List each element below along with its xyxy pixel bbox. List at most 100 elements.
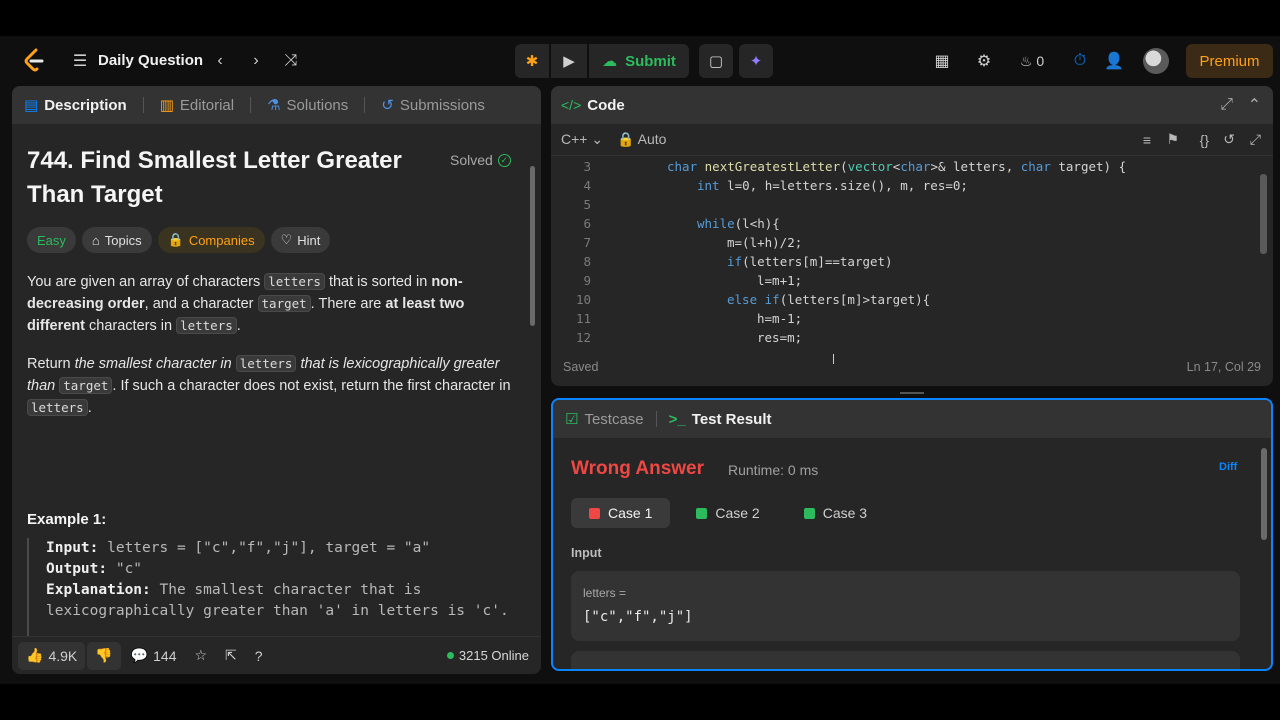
next-problem-icon[interactable]: › (244, 49, 268, 73)
dislike-button[interactable]: 👎 (87, 641, 121, 670)
mouse-cursor (833, 354, 837, 364)
online-count: 3215 Online (446, 648, 529, 663)
run-button[interactable]: ▶ (551, 44, 587, 78)
problem-title[interactable]: 744. Find Smallest Letter Greater Than T… (27, 144, 437, 212)
top-navigation-bar: ☰ Daily Question ‹ › ⤨ ✱ ▶ ☁ Submit ▢ ✦ … (0, 36, 1280, 86)
layout-grid-icon[interactable]: ▦ (930, 49, 954, 73)
hint-label: Hint (297, 232, 321, 248)
text: characters in (85, 318, 177, 334)
code-editor[interactable]: 3 char nextGreatestLetter(vector<char>& l… (551, 157, 1273, 347)
input-value: letters = ["c","f","j"], target = "a" (98, 540, 431, 556)
app-window: ☰ Daily Question ‹ › ⤨ ✱ ▶ ☁ Submit ▢ ✦ … (0, 36, 1280, 684)
comment-icon: 💬 (130, 647, 149, 663)
code-line[interactable]: 6 while(l<h){ (551, 214, 1251, 233)
comments-button[interactable]: 💬 144 (123, 642, 185, 670)
tab-description[interactable]: ▤ Description (24, 86, 127, 124)
bug-icon: ✱ (525, 53, 539, 70)
line-number: 3 (583, 159, 591, 174)
diff-toggle[interactable]: Diff (1219, 461, 1237, 473)
code-line[interactable]: 9 l=m+1; (551, 271, 1251, 290)
tab-description-label: Description (44, 96, 127, 114)
user-avatar[interactable] (1143, 48, 1169, 74)
case-3-tab[interactable]: Case 3 (786, 498, 885, 528)
problem-list-icon[interactable]: ☰ (68, 49, 92, 73)
editor-status-bar: Saved Ln 17, Col 29 (551, 348, 1273, 386)
pass-status-icon (803, 507, 815, 519)
code-line[interactable]: 10 else if(letters[m]>target){ (551, 290, 1251, 309)
result-scrollbar[interactable] (1261, 448, 1267, 540)
code-token: char (1020, 159, 1051, 174)
output-value: "c" (107, 561, 143, 577)
inline-code: letters (27, 399, 88, 416)
code-line[interactable]: 5 (551, 195, 1251, 214)
difficulty-label: Easy (37, 232, 66, 248)
auto-mode[interactable]: 🔒 Auto (617, 131, 666, 148)
input-label: Input: (46, 540, 99, 556)
help-button[interactable]: ? (247, 642, 271, 670)
code-line[interactable]: 4 int l=0, h=letters.size(), m, res=0; (551, 176, 1251, 195)
code-token: l=0, h=letters.size(), m, res=0; (719, 178, 968, 193)
code-line[interactable]: 7 m=(l+h)/2; (551, 233, 1251, 252)
line-number: 10 (575, 292, 591, 307)
tab-solutions[interactable]: ⚗ Solutions (267, 86, 348, 124)
tab-testcase[interactable]: ☑ Testcase (565, 400, 644, 438)
shuffle-icon[interactable]: ⤨ (279, 49, 303, 73)
save-status: Saved (563, 360, 599, 374)
case-2-tab[interactable]: Case 2 (678, 498, 777, 528)
code-line[interactable]: 3 char nextGreatestLetter(vector<char>& l… (551, 157, 1251, 176)
code-title[interactable]: Code (587, 86, 625, 124)
settings-gear-icon[interactable]: ⚙ (972, 49, 996, 73)
code-line[interactable]: 8 if(letters[m]==target) (551, 252, 1251, 271)
play-icon: ▶ (563, 53, 575, 70)
maximize-icon[interactable]: ⤢ (1220, 96, 1233, 114)
premium-button[interactable]: Premium (1186, 44, 1273, 78)
topics-tag[interactable]: ⌂ Topics (81, 227, 152, 253)
debug-button[interactable]: ✱ (515, 44, 549, 78)
streak-counter[interactable]: ♨ 0 (1012, 49, 1052, 73)
format-icon[interactable]: ≡ (1143, 132, 1151, 148)
case-1-tab[interactable]: Case 1 (571, 498, 671, 528)
ai-assistant-button[interactable]: ✦ (739, 44, 773, 78)
hint-tag[interactable]: ♡ Hint (270, 227, 331, 253)
like-count: 4.9K (48, 647, 78, 664)
reset-icon[interactable]: ↺ (1223, 131, 1235, 148)
panel-resize-handle[interactable] (900, 392, 924, 394)
notes-button[interactable]: ▢ (699, 44, 733, 78)
output-label: Output: (46, 561, 108, 577)
braces-icon[interactable]: {} (1200, 132, 1209, 148)
add-friend-icon[interactable]: 👤 (1102, 49, 1126, 73)
tab-editorial[interactable]: ▥ Editorial (160, 86, 234, 124)
inline-code: letters (264, 273, 325, 290)
case-tabs: Case 1 Case 2 Case 3 (571, 498, 885, 528)
fullscreen-icon[interactable]: ⤢ (1250, 131, 1261, 148)
timer-icon[interactable]: ⏱ (1068, 49, 1092, 73)
code-line[interactable]: 11 h=m-1; (551, 309, 1251, 328)
code-scrollbar[interactable] (1260, 174, 1267, 254)
inline-code: letters (176, 317, 237, 334)
daily-question-title[interactable]: Daily Question (98, 52, 203, 69)
language-select[interactable]: C++ ⌄ (561, 131, 603, 148)
code-token: char (900, 159, 931, 174)
line-number: 12 (575, 330, 591, 345)
description-scrollbar[interactable] (530, 166, 535, 326)
bookmark-icon[interactable]: ⚑ (1166, 131, 1179, 148)
share-button[interactable]: ⇱ (217, 642, 245, 670)
previous-problem-icon[interactable]: ‹ (208, 49, 232, 73)
thumbs-down-icon: 👎 (95, 647, 113, 663)
leetcode-logo-icon[interactable] (22, 48, 46, 74)
code-panel: </> Code ⤢ ⌃ C++ ⌄ 🔒 Auto ≡ ⚑ {} ↺ ⤢ 3 ch… (551, 86, 1273, 386)
favorite-button[interactable]: ☆ (186, 642, 215, 670)
submit-button[interactable]: ☁ Submit (589, 44, 689, 78)
tab-solutions-label: Solutions (286, 96, 349, 114)
case-1-label: Case 1 (608, 505, 653, 521)
collapse-icon[interactable]: ⌃ (1248, 95, 1261, 115)
line-number: 7 (583, 235, 591, 250)
tab-submissions[interactable]: ↺ Submissions (381, 86, 485, 124)
code-line[interactable]: 12 res=m; (551, 328, 1251, 347)
tab-test-result[interactable]: >_ Test Result (669, 400, 772, 438)
case-2-label: Case 2 (715, 505, 760, 521)
companies-tag[interactable]: 🔒 Companies (157, 227, 265, 253)
solved-status: Solved ✓ (450, 152, 511, 168)
like-button[interactable]: 👍 4.9K (18, 641, 86, 670)
problem-tags: Easy ⌂ Topics 🔒 Companies ♡ Hint (27, 227, 331, 253)
